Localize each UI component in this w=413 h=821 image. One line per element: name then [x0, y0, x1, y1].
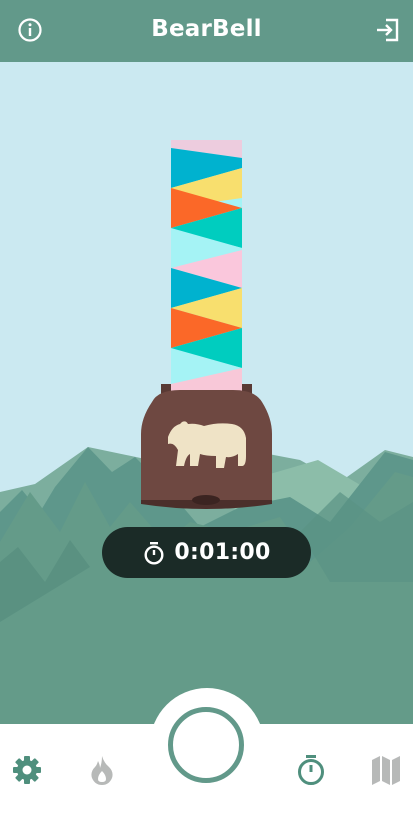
timer-value: 0:01:00 — [174, 540, 271, 565]
stopwatch-icon — [144, 541, 164, 565]
bell-scene — [0, 140, 413, 724]
map-icon[interactable] — [369, 753, 403, 787]
stopwatch-nav-icon[interactable] — [294, 753, 328, 787]
app-title: BearBell — [151, 16, 262, 42]
timer-display: 0:01:00 — [102, 527, 311, 578]
bell-strap — [171, 140, 242, 392]
app-header: BearBell — [0, 0, 413, 62]
cow-bell — [141, 384, 272, 509]
login-icon[interactable] — [375, 17, 401, 43]
gear-icon[interactable] — [10, 753, 44, 787]
flame-icon[interactable] — [85, 753, 119, 787]
record-button[interactable] — [168, 707, 244, 783]
